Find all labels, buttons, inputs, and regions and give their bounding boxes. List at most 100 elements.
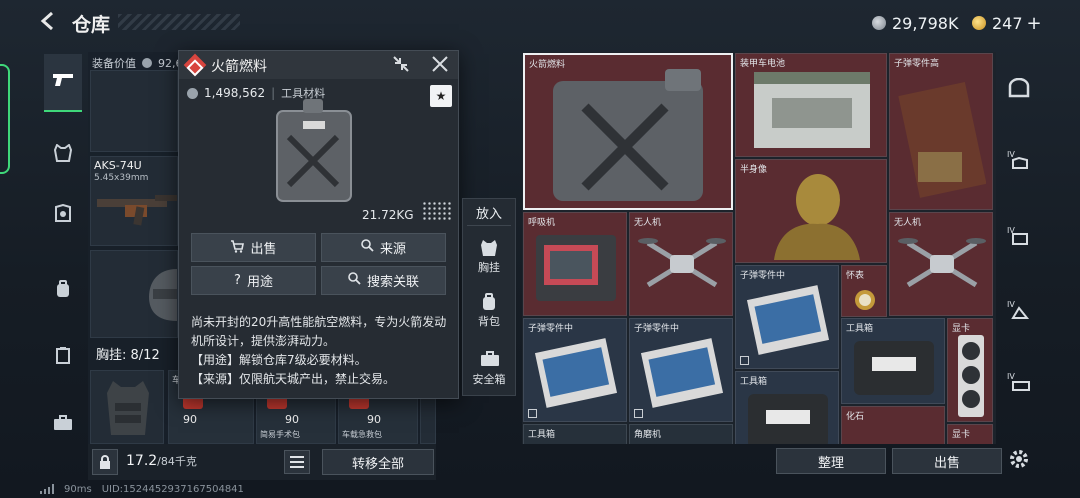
category-armor[interactable]	[44, 186, 82, 244]
storage-page-1-icon[interactable]	[1004, 77, 1034, 108]
chest-item-3-label: 简易手术包	[260, 430, 300, 439]
briefcase-icon	[480, 351, 499, 369]
equipment-value: 装备价值 92,6	[92, 55, 183, 71]
storage-item-toolbox[interactable]: 工具箱	[735, 371, 839, 444]
put-into-safebox-label: 安全箱	[472, 373, 506, 386]
popup-description: 尚未开封的20升高性能航空燃料，专为火箭发动机所设计，提供澎湃动力。	[191, 315, 447, 348]
slot-helmet[interactable]	[90, 250, 178, 338]
storage-item-toolbox[interactable]: 工具箱	[841, 318, 945, 404]
storage-item-battery[interactable]: 装甲车电池	[735, 53, 887, 157]
storage-page-2-icon[interactable]: IV	[1004, 148, 1034, 178]
add-currency-icon[interactable]: +	[1027, 13, 1042, 34]
category-safebox[interactable]	[44, 396, 82, 454]
category-chest-rig[interactable]	[44, 126, 82, 184]
category-container[interactable]	[44, 328, 82, 386]
storage-item-label: 怀表	[846, 271, 865, 281]
storage-item-drone[interactable]: 无人机	[889, 212, 993, 316]
toolbox-image	[748, 394, 828, 444]
equipment-bottom-bar: 17.2/84千克 转移全部	[88, 444, 436, 480]
close-icon[interactable]	[429, 55, 451, 75]
status-bar: 90ms UID:1524452937167504841	[40, 484, 244, 497]
put-into-chest-rig-label: 胸挂	[478, 261, 500, 274]
chest-capacity: 胸挂: 8/12	[96, 344, 160, 363]
weapon-ammo: 5.45x39mm	[94, 173, 149, 183]
storage-item-graphics-card[interactable]: 显卡	[947, 318, 993, 422]
sell-button[interactable]: 出售	[191, 233, 316, 262]
ventilator-image	[536, 235, 616, 301]
storage-grid: 火箭燃料 装甲车电池 子弹零件高 半身像 呼吸机 无人机 无人机 子弹零件中 怀…	[522, 52, 996, 444]
put-into-panel: 放入 胸挂 背包 安全箱	[462, 198, 516, 396]
no-trade-icon	[634, 409, 643, 418]
storage-item-ammo-parts-mid[interactable]: 子弹零件中	[629, 318, 733, 422]
storage-item-angle-grinder[interactable]: 角磨机	[629, 424, 733, 444]
storage-item-ammo-parts-high[interactable]: 子弹零件高	[889, 53, 993, 210]
storage-page-3-icon[interactable]: IV	[1004, 224, 1034, 254]
popup-usage-line: 【用途】解锁仓库7级必要材料。	[191, 353, 367, 367]
storage-item-toolbox[interactable]: 工具箱	[523, 424, 627, 444]
sort-button[interactable]: 整理	[776, 448, 886, 474]
category-weapon[interactable]	[44, 54, 82, 112]
left-edge-handle[interactable]	[0, 64, 10, 174]
slot-primary[interactable]	[90, 70, 178, 152]
ammo-parts-image	[898, 82, 986, 198]
storage-page-5-icon[interactable]: IV	[1004, 370, 1034, 400]
vest-image	[107, 381, 149, 435]
storage-item-label: 角磨机	[634, 430, 662, 440]
svg-text:IV: IV	[1007, 372, 1015, 381]
chest-item-3-count: 90	[285, 413, 299, 426]
ammo-box-image	[534, 338, 618, 408]
carry-weight-max: /84千克	[157, 455, 197, 468]
category-backpack[interactable]	[44, 262, 82, 320]
page-title: 仓库	[72, 14, 111, 36]
storage-item-ammo-parts-mid[interactable]: 子弹零件中	[735, 265, 839, 369]
storage-item-ventilator[interactable]: 呼吸机	[523, 212, 627, 316]
currency-secondary[interactable]: 247 +	[972, 10, 1042, 36]
item-detail-popup: 火箭燃料 1,498,562 | 工具材料 ★ 21.72KG 出售 来源 ? …	[178, 50, 459, 399]
storage-item-pocket-watch[interactable]: 怀表	[841, 265, 887, 317]
storage-item-bust[interactable]: 半身像	[735, 159, 887, 263]
no-trade-icon	[740, 356, 749, 365]
no-trade-icon	[528, 409, 537, 418]
top-bar: 仓库 29,798K 247 +	[0, 0, 1080, 46]
chest-item-4-label: 车载急救包	[342, 430, 382, 439]
storage-item-ammo-parts-mid[interactable]: 子弹零件中	[523, 318, 627, 422]
usage-button[interactable]: ? 用途	[191, 266, 316, 295]
back-arrow-icon[interactable]	[38, 10, 64, 36]
storage-item-rocket-fuel[interactable]: 火箭燃料	[523, 53, 733, 210]
equipment-category-column	[44, 52, 82, 472]
storage-page-4-icon[interactable]: IV	[1004, 298, 1034, 328]
carry-weight: 17.2/84千克	[126, 453, 197, 469]
backpack-icon	[55, 279, 71, 303]
list-icon[interactable]	[284, 450, 310, 474]
storage-item-drone[interactable]: 无人机	[629, 212, 733, 316]
favorite-star-icon[interactable]: ★	[430, 85, 452, 107]
put-into-safebox[interactable]: 安全箱	[463, 351, 515, 387]
equipment-value-label: 装备价值	[92, 57, 136, 70]
source-button[interactable]: 来源	[321, 233, 446, 262]
helmet-image	[149, 269, 177, 321]
search-icon	[361, 239, 374, 256]
rifle-image	[97, 195, 177, 226]
fuel-can-image	[553, 69, 703, 201]
storage-item-graphics-card[interactable]: 显卡	[947, 424, 993, 444]
put-into-chest-rig[interactable]: 胸挂	[463, 239, 515, 275]
transfer-all-button[interactable]: 转移全部	[322, 449, 434, 475]
settings-gear-icon[interactable]	[1008, 448, 1032, 472]
storage-item-label: 工具箱	[528, 430, 556, 440]
storage-item-fossil[interactable]: 化石	[841, 406, 945, 444]
collapse-arrows-icon[interactable]	[390, 55, 412, 75]
storage-item-label: 子弹零件中	[740, 271, 786, 281]
sell-all-button[interactable]: 出售	[892, 448, 1002, 474]
lock-icon[interactable]	[92, 449, 118, 475]
storage-item-label: 无人机	[894, 218, 922, 228]
put-into-backpack[interactable]: 背包	[463, 293, 515, 329]
backpack-icon	[480, 293, 498, 311]
vest-icon	[480, 239, 498, 257]
search-related-button[interactable]: 搜索关联	[321, 266, 446, 295]
ammo-box-image	[746, 285, 830, 355]
chest-item-1[interactable]	[90, 370, 164, 444]
slot-weapon[interactable]: AKS-74U 5.45x39mm	[90, 156, 178, 246]
svg-text:IV: IV	[1007, 150, 1015, 159]
bust-image	[774, 174, 860, 260]
silver-coin-icon	[872, 16, 886, 30]
